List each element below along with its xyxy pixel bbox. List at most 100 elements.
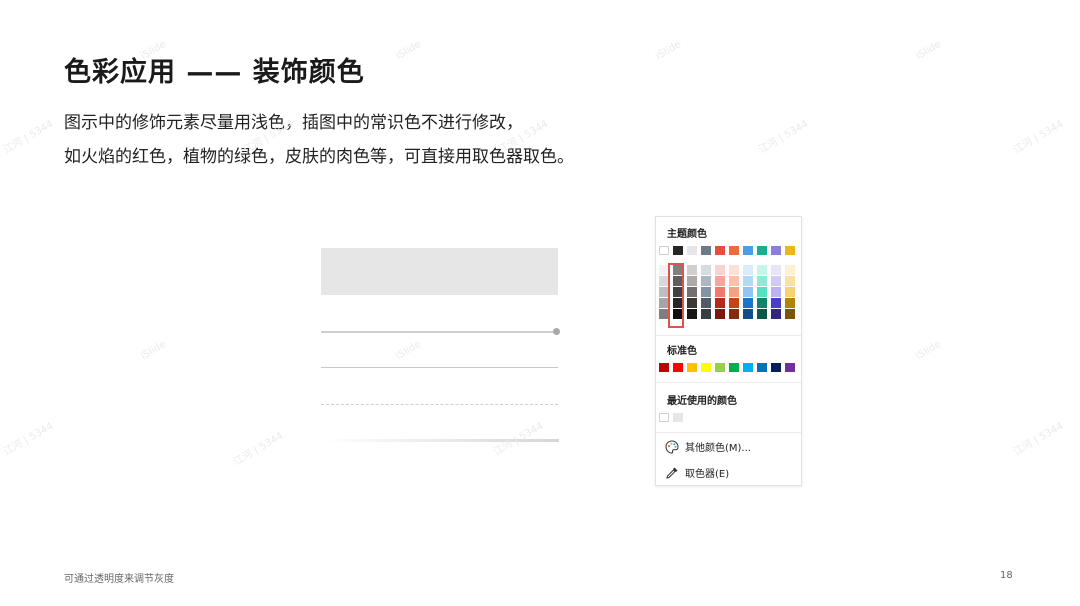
standard-color-swatch[interactable] xyxy=(757,363,767,372)
watermark: 江河 | 5344 xyxy=(231,430,286,468)
shade-column xyxy=(729,265,739,319)
shade-swatch[interactable] xyxy=(785,298,795,308)
standard-color-swatch[interactable] xyxy=(729,363,739,372)
more-colors-label: 其他颜色(M)... xyxy=(685,443,751,454)
standard-color-swatch[interactable] xyxy=(673,363,683,372)
theme-color-swatch[interactable] xyxy=(729,246,739,255)
standard-colors-label: 标准色 xyxy=(667,346,697,357)
recent-color-swatch[interactable] xyxy=(659,413,669,422)
shade-swatch[interactable] xyxy=(687,276,697,286)
palette-icon xyxy=(665,439,679,454)
description-line-1: 图示中的修饰元素尽量用浅色，插图中的常识色不进行修改， xyxy=(64,113,523,133)
shade-column xyxy=(743,265,753,319)
shade-swatch[interactable] xyxy=(715,276,725,286)
standard-colors-row xyxy=(659,363,795,372)
watermark: iSlide xyxy=(914,338,944,363)
watermark: iSlide xyxy=(139,338,169,363)
page-number: 18 xyxy=(1000,570,1013,581)
shade-swatch[interactable] xyxy=(757,265,767,275)
shade-column xyxy=(715,265,725,319)
footer-note: 可通过透明度来调节灰度 xyxy=(64,574,174,585)
shade-swatch[interactable] xyxy=(729,309,739,319)
shade-swatch[interactable] xyxy=(701,287,711,297)
shade-swatch[interactable] xyxy=(757,276,767,286)
standard-color-swatch[interactable] xyxy=(785,363,795,372)
recent-colors-row xyxy=(659,413,683,422)
slide-title: 色彩应用 —— 装饰颜色 xyxy=(64,57,365,88)
shade-swatch[interactable] xyxy=(785,265,795,275)
eyedropper-menu-item[interactable]: 取色器(E) xyxy=(665,465,729,480)
shade-swatch[interactable] xyxy=(743,287,753,297)
theme-color-swatch[interactable] xyxy=(687,246,697,255)
menu-divider xyxy=(656,335,801,336)
shade-swatch[interactable] xyxy=(757,309,767,319)
watermark: 江河 | 5344 xyxy=(1011,118,1066,156)
standard-color-swatch[interactable] xyxy=(771,363,781,372)
recent-color-swatch[interactable] xyxy=(673,413,683,422)
sample-line-with-dot xyxy=(321,328,560,335)
standard-color-swatch[interactable] xyxy=(701,363,711,372)
shade-swatch[interactable] xyxy=(771,298,781,308)
shade-swatch[interactable] xyxy=(743,309,753,319)
eyedropper-icon xyxy=(666,467,678,479)
watermark: 江河 | 5344 xyxy=(756,118,811,156)
eyedropper-label: 取色器(E) xyxy=(685,469,730,480)
sample-dashed-line xyxy=(321,404,558,405)
shade-swatch[interactable] xyxy=(729,265,739,275)
shade-swatch[interactable] xyxy=(771,265,781,275)
shade-swatch[interactable] xyxy=(743,298,753,308)
shade-swatch[interactable] xyxy=(715,298,725,308)
sample-light-rectangle xyxy=(321,248,558,295)
shade-swatch[interactable] xyxy=(715,309,725,319)
color-picker-menu: 主题颜色 标准色 最近使用的颜色 其他颜色(M)... 取色器(E) xyxy=(655,216,802,486)
shade-swatch[interactable] xyxy=(771,309,781,319)
shade-swatch[interactable] xyxy=(701,298,711,308)
shade-swatch[interactable] xyxy=(701,309,711,319)
more-colors-menu-item[interactable]: 其他颜色(M)... xyxy=(665,439,751,454)
watermark: iSlide xyxy=(394,338,424,363)
theme-color-swatch[interactable] xyxy=(771,246,781,255)
shade-swatch[interactable] xyxy=(701,265,711,275)
shade-swatch[interactable] xyxy=(687,298,697,308)
standard-color-swatch[interactable] xyxy=(715,363,725,372)
shade-swatch[interactable] xyxy=(729,298,739,308)
shade-swatch[interactable] xyxy=(729,276,739,286)
shade-column xyxy=(701,265,711,319)
theme-color-swatch[interactable] xyxy=(785,246,795,255)
standard-color-swatch[interactable] xyxy=(743,363,753,372)
shade-column xyxy=(771,265,781,319)
standard-color-swatch[interactable] xyxy=(659,363,669,372)
shade-column xyxy=(757,265,767,319)
shade-swatch[interactable] xyxy=(757,298,767,308)
theme-color-swatch[interactable] xyxy=(659,246,669,255)
shade-swatch[interactable] xyxy=(785,287,795,297)
menu-divider xyxy=(656,382,801,383)
shade-swatch[interactable] xyxy=(715,265,725,275)
watermark: 江河 | 5344 xyxy=(1,420,56,458)
shade-swatch[interactable] xyxy=(687,309,697,319)
menu-divider xyxy=(656,432,801,433)
shade-swatch[interactable] xyxy=(757,287,767,297)
shade-swatch[interactable] xyxy=(771,276,781,286)
shade-column xyxy=(687,265,697,319)
shade-swatch[interactable] xyxy=(771,287,781,297)
shade-swatch[interactable] xyxy=(785,309,795,319)
shade-swatch[interactable] xyxy=(715,287,725,297)
shade-swatch[interactable] xyxy=(743,265,753,275)
theme-color-swatch[interactable] xyxy=(701,246,711,255)
theme-color-swatch[interactable] xyxy=(743,246,753,255)
watermark: iSlide xyxy=(394,38,424,63)
recent-colors-label: 最近使用的颜色 xyxy=(667,396,737,407)
shade-swatch[interactable] xyxy=(701,276,711,286)
sample-solid-line xyxy=(321,367,558,368)
watermark: iSlide xyxy=(654,38,684,63)
standard-color-swatch[interactable] xyxy=(687,363,697,372)
shade-swatch[interactable] xyxy=(743,276,753,286)
shade-swatch[interactable] xyxy=(687,287,697,297)
shade-swatch[interactable] xyxy=(785,276,795,286)
shade-swatch[interactable] xyxy=(729,287,739,297)
theme-color-swatch[interactable] xyxy=(757,246,767,255)
theme-color-swatch[interactable] xyxy=(715,246,725,255)
shade-swatch[interactable] xyxy=(687,265,697,275)
theme-color-swatch[interactable] xyxy=(673,246,683,255)
